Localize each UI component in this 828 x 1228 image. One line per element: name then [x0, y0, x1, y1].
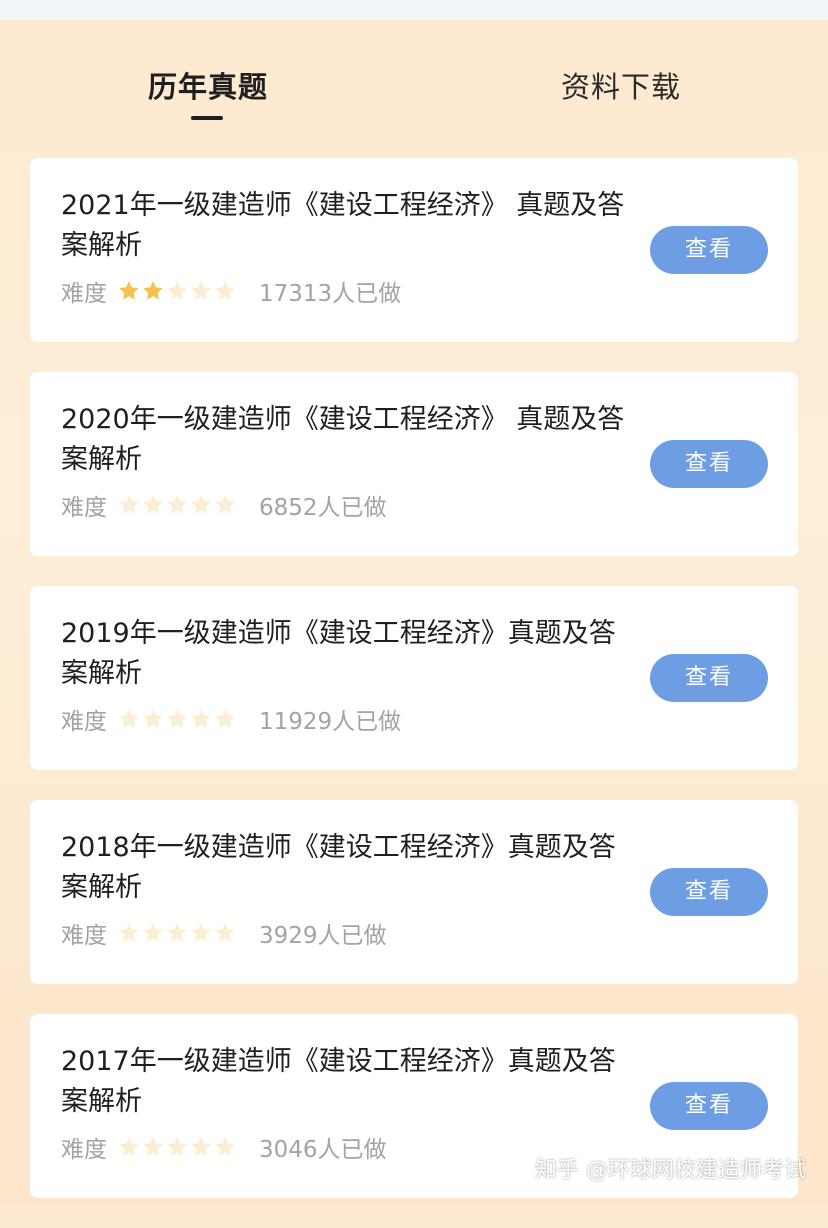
difficulty-label: 难度 [61, 281, 107, 307]
star-empty-icon [141, 707, 165, 731]
star-empty-icon [165, 279, 189, 303]
star-empty-icon [213, 1135, 237, 1159]
star-empty-icon [189, 493, 213, 517]
difficulty-label: 难度 [61, 495, 107, 521]
star-empty-icon [189, 707, 213, 731]
attempt-count: 11929人已做 [259, 709, 402, 735]
star-empty-icon [117, 707, 141, 731]
exam-title: 2020年一级建造师《建设工程经济》 真题及答案解析 [61, 404, 625, 475]
active-tab-indicator [191, 116, 223, 120]
star-empty-icon [213, 279, 237, 303]
star-empty-icon [165, 921, 189, 945]
exam-card[interactable]: 2020年一级建造师《建设工程经济》 真题及答案解析 难度 6852人已做 查看 [30, 372, 798, 556]
watermark: 知乎 @环球网校建造师考试 [535, 1158, 806, 1183]
attempt-count: 6852人已做 [259, 495, 387, 521]
star-empty-icon [165, 707, 189, 731]
tab-bar: 历年真题 资料下载 [0, 20, 828, 140]
exam-title: 2018年一级建造师《建设工程经济》真题及答案解析 [61, 832, 616, 903]
star-empty-icon [213, 921, 237, 945]
exam-title: 2021年一级建造师《建设工程经济》 真题及答案解析 [61, 190, 625, 261]
star-filled-icon [117, 279, 141, 303]
exam-title: 2019年一级建造师《建设工程经济》真题及答案解析 [61, 618, 616, 689]
attempt-count: 17313人已做 [259, 281, 402, 307]
view-button[interactable]: 查看 [650, 868, 768, 916]
star-empty-icon [189, 1135, 213, 1159]
view-button[interactable]: 查看 [650, 1082, 768, 1130]
exam-card[interactable]: 2018年一级建造师《建设工程经济》真题及答案解析 难度 3929人已做 查看 [30, 800, 798, 984]
view-button[interactable]: 查看 [650, 440, 768, 488]
difficulty-label: 难度 [61, 1137, 107, 1163]
star-empty-icon [189, 279, 213, 303]
attempt-count: 3929人已做 [259, 923, 387, 949]
star-empty-icon [213, 493, 237, 517]
tab-downloads[interactable]: 资料下载 [561, 64, 681, 106]
difficulty-stars [117, 1135, 237, 1159]
difficulty-stars [117, 707, 237, 731]
difficulty-label: 难度 [61, 709, 107, 735]
view-button[interactable]: 查看 [650, 226, 768, 274]
exam-meta: 难度 3046人已做 [61, 1130, 387, 1164]
star-empty-icon [141, 493, 165, 517]
difficulty-label: 难度 [61, 923, 107, 949]
star-empty-icon [117, 493, 141, 517]
tab-past-exams[interactable]: 历年真题 [148, 64, 268, 106]
star-filled-icon [141, 279, 165, 303]
difficulty-stars [117, 279, 237, 303]
exam-card[interactable]: 2019年一级建造师《建设工程经济》真题及答案解析 难度 11929人已做 查看 [30, 586, 798, 770]
difficulty-stars [117, 493, 237, 517]
view-button[interactable]: 查看 [650, 654, 768, 702]
star-empty-icon [141, 1135, 165, 1159]
exam-meta: 难度 11929人已做 [61, 702, 401, 736]
star-empty-icon [213, 707, 237, 731]
star-empty-icon [117, 921, 141, 945]
exam-list: 2021年一级建造师《建设工程经济》 真题及答案解析 难度 17313人已做 查… [30, 158, 798, 1228]
exam-card[interactable]: 2021年一级建造师《建设工程经济》 真题及答案解析 难度 17313人已做 查… [30, 158, 798, 342]
star-empty-icon [165, 493, 189, 517]
star-empty-icon [141, 921, 165, 945]
attempt-count: 3046人已做 [259, 1137, 387, 1163]
star-empty-icon [165, 1135, 189, 1159]
exam-meta: 难度 6852人已做 [61, 488, 387, 522]
star-empty-icon [117, 1135, 141, 1159]
star-empty-icon [189, 921, 213, 945]
exam-meta: 难度 17313人已做 [61, 274, 401, 308]
difficulty-stars [117, 921, 237, 945]
top-strip [0, 0, 828, 20]
exam-title: 2017年一级建造师《建设工程经济》真题及答案解析 [61, 1046, 616, 1117]
exam-meta: 难度 3929人已做 [61, 916, 387, 950]
